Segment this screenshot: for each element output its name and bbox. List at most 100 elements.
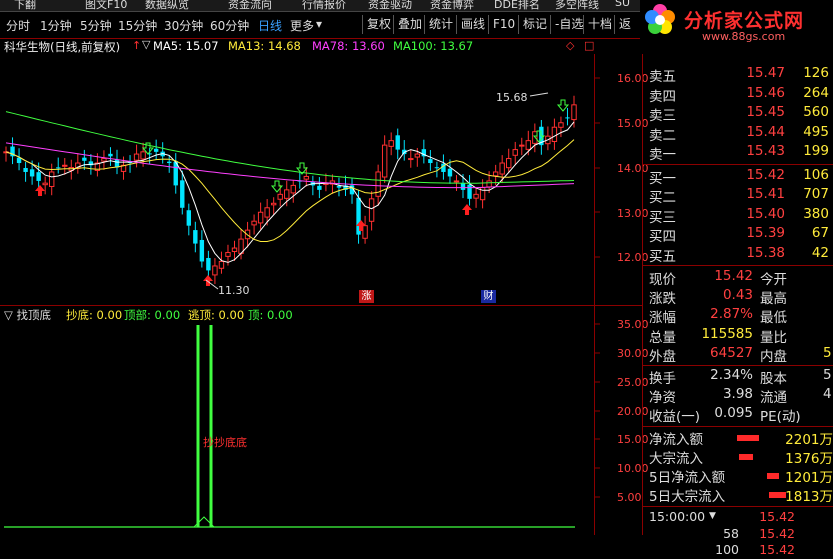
- candle-body: [36, 172, 41, 181]
- candle-body: [62, 164, 68, 167]
- stat-row: 涨幅 2.87% 最低: [643, 306, 833, 326]
- candle-body: [56, 167, 61, 169]
- ask-row[interactable]: 卖二 15.44 495: [643, 123, 833, 144]
- tick-flag-icon: ▼: [709, 511, 716, 522]
- bid-label: 买二: [649, 190, 676, 206]
- stat-label: 总量: [649, 329, 676, 346]
- stat-row: 总量 115585 量比: [643, 326, 833, 346]
- candle-body: [317, 185, 322, 190]
- stat-row: 外盘 64527 内盘 5: [643, 344, 833, 365]
- ask-volume: 126: [803, 65, 829, 81]
- candle-body: [492, 171, 499, 177]
- bid-row[interactable]: 买二 15.41 707: [643, 186, 833, 206]
- indicator-title-row: ▽ 找顶底: [4, 307, 51, 323]
- candle-body: [506, 158, 512, 169]
- stat-label-2: PE(动): [760, 409, 801, 426]
- ask-row[interactable]: 卖三 15.45 560: [643, 104, 833, 124]
- fund-flow-label: 大宗流入: [649, 450, 703, 467]
- indicator-value: 抄底: 0.00: [66, 308, 123, 322]
- bid-row[interactable]: 买三 15.40 380: [643, 205, 833, 226]
- stat-label-2: 股本: [760, 371, 787, 387]
- bid-row[interactable]: 买一 15.42 106: [643, 166, 833, 187]
- kline-chart[interactable]: [0, 0, 642, 535]
- indicator-value: 顶部: 0.00: [124, 308, 181, 322]
- candle-body: [428, 159, 433, 164]
- candle-body: [199, 239, 205, 262]
- quote-separator: [643, 365, 833, 366]
- buy-arrow-icon: [35, 185, 45, 196]
- logo: 分析家公式网 www.88gs.com: [640, 0, 833, 45]
- candle-body: [388, 140, 394, 147]
- candle-body: [408, 158, 414, 161]
- quote-separator: [643, 163, 833, 165]
- bid-row[interactable]: 买五 15.38 42: [643, 245, 833, 265]
- ask-volume: 199: [803, 143, 829, 159]
- candle-body: [218, 260, 225, 269]
- ask-price: 15.47: [746, 65, 785, 81]
- ask-label: 卖四: [649, 88, 676, 105]
- candle-body: [525, 140, 531, 150]
- candle-body: [140, 151, 146, 160]
- candle-body: [277, 193, 283, 200]
- bid-price: 15.42: [746, 166, 785, 183]
- stat-value: 3.98: [722, 386, 753, 403]
- ask-price: 15.45: [746, 104, 785, 120]
- candle-body: [153, 148, 159, 152]
- candle-body: [180, 180, 185, 208]
- bid-volume: 67: [811, 225, 829, 241]
- candle-body: [362, 225, 368, 239]
- bid-label: 买四: [649, 229, 676, 245]
- ask-label: 卖五: [649, 69, 676, 85]
- fund-flow-row: 大宗流入 1376万: [643, 447, 833, 467]
- stat-value-2: 5: [823, 344, 832, 361]
- ask-row[interactable]: 卖一 15.43 199: [643, 143, 833, 163]
- stat-label: 换手: [649, 371, 676, 387]
- tick-row: 58 15.42: [643, 526, 833, 543]
- logo-url: www.88gs.com: [702, 30, 786, 43]
- sell-arrow-icon: [556, 99, 570, 112]
- candle-body: [225, 252, 231, 257]
- quote-header-cut: [643, 44, 833, 54]
- fund-flow-value: 1813万: [785, 489, 833, 506]
- candle-body: [206, 257, 211, 271]
- ask-price: 15.44: [746, 123, 785, 140]
- zhang-marker[interactable]: 涨: [359, 290, 374, 303]
- quote-separator: [643, 425, 833, 427]
- ask-volume: 560: [803, 104, 829, 120]
- stat-value: 64527: [710, 344, 753, 361]
- stat-value-2: 4: [823, 386, 832, 403]
- indicator-value: 逃顶: 0.00: [188, 308, 245, 322]
- candle-body: [434, 167, 440, 169]
- bid-row[interactable]: 买四 15.39 67: [643, 225, 833, 245]
- candle-body: [460, 182, 466, 190]
- bid-volume: 380: [803, 205, 829, 222]
- candle-body: [108, 153, 113, 157]
- stat-label-2: 内盘: [760, 348, 787, 365]
- indicator-toggle-icon[interactable]: ▽: [4, 308, 13, 322]
- candle-body: [512, 149, 518, 156]
- candle-body: [82, 157, 87, 161]
- logo-name: 分析家公式网: [684, 10, 805, 32]
- stat-label-2: 最高: [760, 291, 787, 308]
- ask-row[interactable]: 卖五 15.47 126: [643, 65, 833, 85]
- bid-label: 买三: [649, 209, 676, 226]
- ask-price: 15.46: [746, 84, 785, 101]
- candle-body: [368, 198, 375, 222]
- bid-label: 买五: [649, 248, 676, 265]
- ask-volume: 495: [803, 123, 829, 140]
- ask-label: 卖一: [649, 147, 676, 163]
- fund-flow-row: 净流入额 2201万: [643, 428, 833, 448]
- fund-flow-value: 1376万: [785, 450, 833, 467]
- fund-flow-bar: [739, 453, 754, 460]
- high-annotation: 15.68: [496, 91, 528, 104]
- candle-body: [558, 122, 564, 128]
- candle-body: [336, 186, 342, 188]
- candle-body: [284, 189, 290, 199]
- cai-marker[interactable]: 财: [481, 290, 496, 303]
- candle-body: [212, 265, 218, 276]
- stat-label-2: 流通: [760, 390, 787, 407]
- candle-body: [473, 193, 479, 199]
- candle-body: [551, 126, 558, 142]
- ask-row[interactable]: 卖四 15.46 264: [643, 84, 833, 105]
- candle-body: [303, 175, 310, 180]
